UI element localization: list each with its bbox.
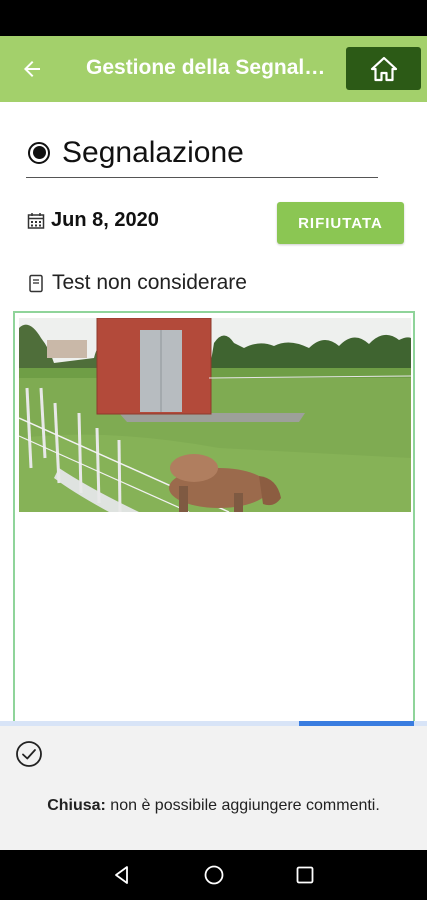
report-type-label: Segnalazione [62,135,244,169]
home-icon [370,56,397,81]
closed-panel: Chiusa: non è possibile aggiungere comme… [0,726,427,850]
calendar-icon [27,212,45,229]
report-date: Jun 8, 2020 [51,209,159,231]
report-image-container [13,311,415,723]
app-bar: Gestione della Segnalazione [0,36,427,102]
status-button[interactable]: RIFIUTATA [277,202,404,244]
back-arrow-icon [24,61,40,77]
report-title-row: Segnalazione [26,128,378,178]
closed-label: Chiusa: [47,797,106,814]
radio-selected-icon [28,141,50,164]
status-bar [0,0,427,36]
app-title: Gestione della Segnalazione [86,56,326,79]
check-circle-icon [16,741,42,767]
home-button[interactable] [346,47,421,90]
back-button[interactable] [18,55,46,83]
nav-recents-icon[interactable] [293,863,317,887]
nav-back-icon[interactable] [110,863,134,887]
screen: Gestione della Segnalazione Segnalazione… [0,0,427,900]
document-icon [29,274,43,292]
report-description: Test non considerare [52,271,247,294]
closed-message: Chiusa: non è possibile aggiungere comme… [40,794,387,817]
system-nav-bar [0,850,427,900]
nav-home-icon[interactable] [202,863,226,887]
date-row: Jun 8, 2020 [27,209,159,232]
closed-text: non è possibile aggiungere commenti. [105,797,380,814]
description-row: Test non considerare [28,271,247,295]
report-photo[interactable] [19,318,411,512]
